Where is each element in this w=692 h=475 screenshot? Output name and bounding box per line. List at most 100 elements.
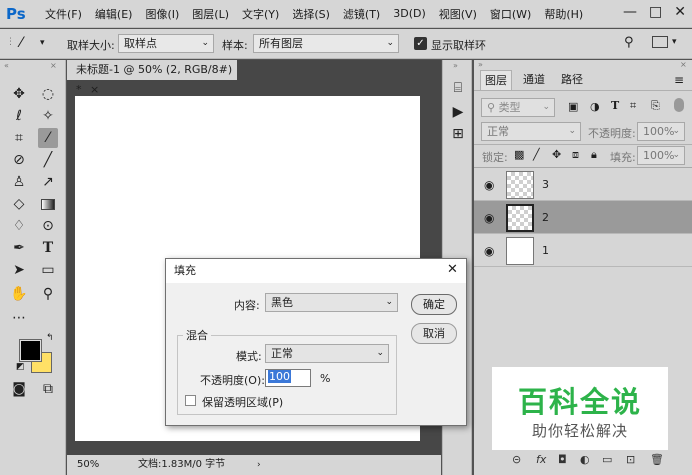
link-layers-icon[interactable]: ⊝ [512,453,521,466]
lock-artboard-icon[interactable]: ⧈ [572,148,579,162]
chevron-right-icon[interactable]: › [257,455,261,475]
menu-filter[interactable]: 滤镜(T) [343,6,380,22]
filter-type-icon[interactable]: T [611,99,619,112]
document-tab[interactable]: 未标题-1 @ 50% (2, RGB/8#) * × [67,60,237,96]
tab-channels[interactable]: 通道 [518,70,550,90]
rectangle-tool-icon[interactable]: ▭ [38,260,58,280]
filter-smart-object-icon[interactable]: ⎘ [651,99,660,113]
eye-icon[interactable]: ◉ [484,178,494,192]
path-selection-tool-icon[interactable]: ➤ [9,260,29,280]
history-brush-tool-icon[interactable]: ↗ [38,172,58,192]
lock-position-icon[interactable]: ✥ [552,148,561,161]
default-colors-icon[interactable]: ◩ [16,362,25,372]
lock-transparent-icon[interactable]: ▩ [514,148,524,161]
maximize-button[interactable]: □ [649,4,662,20]
layer-row-2[interactable]: ◉ 2 [474,201,692,234]
blur-tool-icon[interactable]: ♢ [9,216,29,236]
actions-play-icon[interactable]: ▶ [448,102,468,122]
eye-icon[interactable]: ◉ [484,211,494,225]
zoom-tool-icon[interactable]: ⚲ [38,284,58,304]
panel-menu-icon[interactable]: ≡ [674,73,684,87]
show-ring-checkbox[interactable]: ✓ [414,37,427,50]
eye-icon[interactable]: ◉ [484,244,494,258]
lock-image-icon[interactable]: ╱ [533,148,540,161]
eyedropper-tool-icon[interactable]: ⁄ [20,35,22,51]
gradient-tool-icon[interactable] [38,194,58,214]
ok-button[interactable]: 确定 [411,294,457,315]
brush-tool-icon[interactable]: ╱ [38,150,58,170]
collapse-icon[interactable]: « [4,61,9,70]
close-button[interactable]: ✕ [674,4,686,20]
lasso-tool-icon[interactable]: ℓ [9,106,29,126]
magic-wand-tool-icon[interactable]: ✧ [38,106,58,126]
hand-tool-icon[interactable]: ✋ [9,284,29,304]
filter-pixel-icon[interactable]: ▣ [568,100,578,113]
tab-layers[interactable]: 图层 [480,70,512,90]
tool-preset-chevron-icon[interactable]: ▾ [40,38,45,48]
close-panel-icon[interactable]: × [50,61,57,70]
fill-input[interactable]: 100% ⌄ [637,146,685,165]
menu-3d[interactable]: 3D(D) [393,7,426,20]
new-layer-icon[interactable]: ⊡ [626,453,635,466]
crop-tool-icon[interactable]: ⌗ [9,128,29,148]
zoom-level[interactable]: 50% [77,455,99,475]
layer-style-icon[interactable]: fx [536,453,546,466]
new-group-icon[interactable]: ▭ [602,453,612,466]
menu-window[interactable]: 窗口(W) [490,6,531,22]
stamp-tool-icon[interactable]: ♙ [9,172,29,192]
layer-name: 3 [542,178,549,191]
dialog-close-icon[interactable]: ✕ [447,262,458,277]
menu-edit[interactable]: 编辑(E) [95,6,133,22]
layer-row-1[interactable]: ◉ 1 [474,234,692,267]
dodge-tool-icon[interactable]: ⊙ [38,216,58,236]
sample-size-select[interactable]: 取样点 ⌄ [118,34,214,53]
adjustment-layer-icon[interactable]: ◐ [580,453,590,466]
tab-paths[interactable]: 路径 [556,70,588,90]
layer-row-3[interactable]: ◉ 3 [474,168,692,201]
foreground-color-swatch[interactable] [19,339,42,362]
collapse-icon[interactable]: » [478,60,483,69]
filter-adjustment-icon[interactable]: ◑ [590,100,600,113]
menu-type[interactable]: 文字(Y) [242,6,279,22]
opacity-input[interactable]: 100 [265,369,311,387]
workspace-icon[interactable] [652,36,668,48]
pen-tool-icon[interactable]: ✒ [9,238,29,258]
menu-layer[interactable]: 图层(L) [192,6,229,22]
move-tool-icon[interactable]: ✥ [9,84,29,104]
add-mask-icon[interactable]: ◘ [558,453,567,466]
collapse-icon[interactable]: » [453,61,458,70]
menu-file[interactable]: 文件(F) [45,6,82,22]
layer-filter-select[interactable]: ⚲ 类型 ⌄ [481,98,555,117]
type-tool-icon[interactable]: T [38,238,58,258]
properties-panel-icon[interactable]: ⊞ [448,124,468,144]
marquee-tool-icon[interactable]: ◌ [38,84,58,104]
close-panel-icon[interactable]: × [680,60,687,69]
menu-select[interactable]: 选择(S) [292,6,330,22]
menu-help[interactable]: 帮助(H) [544,6,583,22]
opacity-input[interactable]: 100% ⌄ [637,122,685,141]
menu-image[interactable]: 图像(I) [145,6,179,22]
menu-view[interactable]: 视图(V) [439,6,477,22]
history-panel-icon[interactable]: ⌸ [448,78,468,98]
mode-select[interactable]: 正常 ⌄ [265,344,389,363]
chevron-down-icon[interactable]: ▾ [672,37,677,47]
cancel-button[interactable]: 取消 [411,323,457,344]
healing-brush-tool-icon[interactable]: ⊘ [9,150,29,170]
blend-mode-select[interactable]: 正常 ⌄ [481,122,581,141]
eraser-tool-icon[interactable]: ◇ [9,194,29,214]
swap-colors-icon[interactable]: ↰ [46,333,54,343]
minimize-button[interactable]: — [623,4,637,20]
quick-mask-icon[interactable]: ◙ [9,379,29,399]
filter-shape-icon[interactable]: ⌗ [630,99,636,113]
close-tab-icon[interactable]: × [90,83,99,96]
filter-toggle[interactable] [674,98,684,112]
search-icon[interactable]: ⚲ [624,35,634,50]
lock-all-icon[interactable]: 🔒︎ [591,148,597,162]
eyedropper-tool-icon[interactable]: ⁄ [38,128,58,148]
preserve-transparency-checkbox[interactable] [185,395,196,406]
sample-select[interactable]: 所有图层 ⌄ [253,34,399,53]
more-tools-icon[interactable]: ⋯ [9,308,29,328]
screen-mode-icon[interactable]: ⧉ [38,379,58,399]
content-select[interactable]: 黑色 ⌄ [265,293,398,312]
delete-layer-icon[interactable]: 🗑︎ [650,453,664,466]
